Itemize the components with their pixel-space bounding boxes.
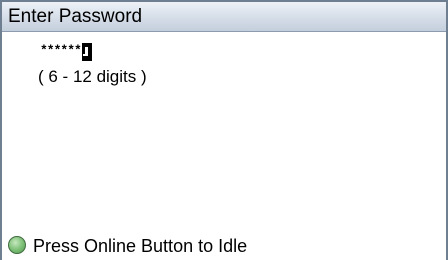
page-title: Enter Password [8, 6, 143, 27]
password-field[interactable]: ****** [40, 41, 92, 61]
status-bar: Press Online Button to Idle [2, 233, 446, 260]
status-message: Press Online Button to Idle [33, 236, 248, 256]
text-cursor-icon [81, 43, 92, 61]
status-led-icon [8, 236, 26, 254]
password-length-hint: ( 6 - 12 digits ) [38, 67, 147, 86]
password-masked-value: ****** [40, 43, 82, 58]
password-screen: Enter Password ****** ( 6 - 12 digits ) … [0, 0, 448, 260]
content-area: ****** ( 6 - 12 digits ) [2, 33, 446, 233]
title-bar: Enter Password [2, 2, 446, 32]
